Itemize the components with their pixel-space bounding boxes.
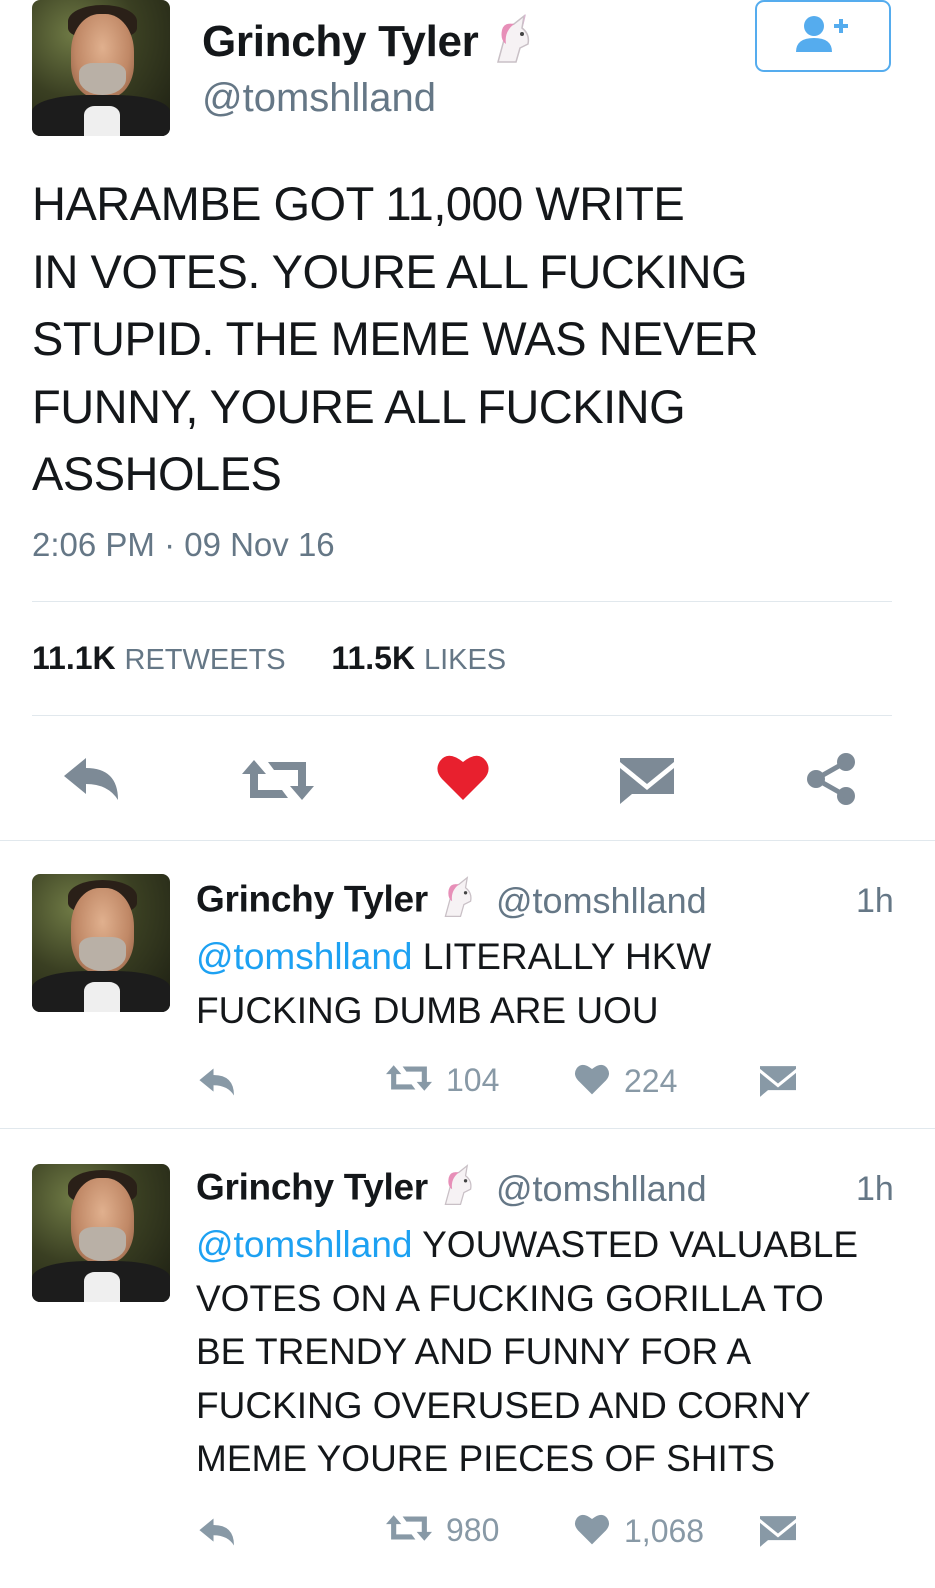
- mention-link[interactable]: @tomshlland: [196, 936, 413, 977]
- direct-message-button[interactable]: [760, 1066, 796, 1102]
- share-button[interactable]: [806, 752, 858, 811]
- likes-count: 11.5K: [331, 640, 416, 676]
- reply-author-name[interactable]: Grinchy Tyler: [196, 876, 478, 927]
- reply-author-handle[interactable]: @tomshlland: [496, 880, 707, 922]
- unicorn-icon: [438, 1164, 478, 1215]
- reply-icon: [198, 1516, 238, 1553]
- reply-text: @tomshlland YOUWASTED VALUABLE VOTES ON …: [196, 1218, 906, 1486]
- reply-icon: [198, 1066, 238, 1103]
- reply-icon: [62, 754, 124, 809]
- reply-button[interactable]: [198, 1516, 238, 1553]
- like-button[interactable]: 224: [574, 1062, 677, 1101]
- reply-author-name-text: Grinchy Tyler: [196, 1166, 428, 1208]
- retweet-button[interactable]: 104: [386, 1062, 499, 1099]
- retweets-label: RETWEETS: [124, 644, 286, 676]
- reply-author-name-text: Grinchy Tyler: [196, 878, 428, 920]
- like-count: 1,068: [624, 1513, 705, 1549]
- tweet-text: HARAMBE GOT 11,000 WRITE IN VOTES. YOURE…: [32, 177, 759, 500]
- direct-message-button[interactable]: [760, 1516, 796, 1552]
- like-button[interactable]: 1,068: [574, 1512, 704, 1551]
- retweets-stat[interactable]: 11.1K RETWEETS: [32, 640, 295, 676]
- reply-author-name[interactable]: Grinchy Tyler: [196, 1164, 478, 1215]
- reply-button[interactable]: [198, 1066, 238, 1103]
- envelope-icon: [760, 1516, 796, 1552]
- author-name-text: Grinchy Tyler: [202, 17, 479, 67]
- tweet-timestamp[interactable]: 2:06 PM · 09 Nov 16: [32, 526, 335, 564]
- follow-button[interactable]: [755, 0, 891, 72]
- retweet-count: 980: [446, 1512, 500, 1548]
- likes-label: LIKES: [423, 644, 507, 676]
- direct-message-button[interactable]: [620, 758, 674, 809]
- like-count: 224: [624, 1063, 678, 1099]
- divider: [0, 1128, 935, 1129]
- reply-text: @tomshlland LITERALLY HKW FUCKING DUMB A…: [196, 930, 906, 1037]
- heart-icon: [436, 752, 490, 807]
- author-handle[interactable]: @tomshlland: [202, 76, 436, 121]
- reply-avatar[interactable]: [32, 1164, 170, 1302]
- author-name[interactable]: Grinchy Tyler: [202, 14, 536, 75]
- reply-button[interactable]: [62, 754, 124, 809]
- likes-stat[interactable]: 11.5K LIKES: [331, 640, 506, 676]
- share-icon: [806, 752, 858, 811]
- reply-time[interactable]: 1h: [856, 1170, 894, 1209]
- heart-icon: [574, 1512, 610, 1551]
- unicorn-icon: [438, 876, 478, 927]
- envelope-icon: [760, 1066, 796, 1102]
- envelope-icon: [620, 758, 674, 809]
- like-button[interactable]: [436, 752, 490, 807]
- reply-author-handle[interactable]: @tomshlland: [496, 1168, 707, 1210]
- tweet-stats: 11.1K RETWEETS 11.5K LIKES: [32, 640, 506, 677]
- mention-link[interactable]: @tomshlland: [196, 1224, 413, 1265]
- retweet-icon: [386, 1513, 432, 1548]
- author-avatar[interactable]: [32, 0, 170, 136]
- heart-icon: [574, 1062, 610, 1101]
- divider: [32, 601, 892, 602]
- unicorn-icon: [490, 14, 536, 75]
- retweet-icon: [386, 1063, 432, 1098]
- retweet-icon: [242, 758, 314, 807]
- retweets-count: 11.1K: [32, 640, 116, 676]
- reply-time[interactable]: 1h: [856, 882, 894, 921]
- divider: [32, 715, 892, 716]
- retweet-button[interactable]: 980: [386, 1512, 499, 1549]
- retweet-count: 104: [446, 1062, 500, 1098]
- reply-avatar[interactable]: [32, 874, 170, 1012]
- add-user-icon: [794, 14, 852, 59]
- divider: [0, 840, 935, 841]
- retweet-button[interactable]: [242, 758, 314, 807]
